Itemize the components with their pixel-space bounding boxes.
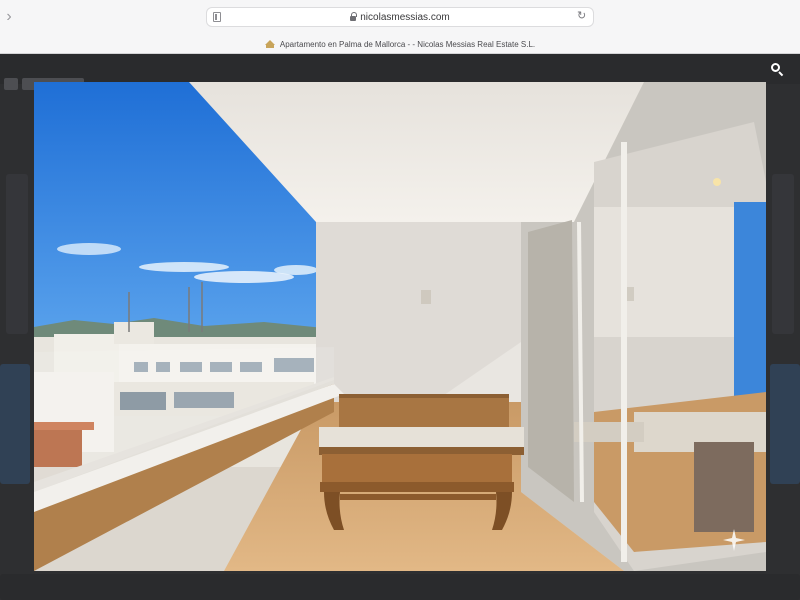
background-panel [6,174,28,334]
reload-icon[interactable]: ↻ [577,11,588,22]
lock-icon [350,11,358,22]
background-panel [0,574,800,600]
browser-toolbar: › nicolasmessias.com ↻ Apartamento en Pa… [0,0,800,54]
page-title: Apartamento en Palma de Mallorca - - Nic… [279,39,536,49]
balcony-photo [34,82,766,571]
background-panel [770,364,800,484]
sparkle-icon[interactable] [722,528,746,552]
search-icon[interactable] [764,58,790,80]
site-header [0,54,800,84]
address-bar[interactable]: nicolasmessias.com ↻ [206,7,594,27]
lightbox-photo[interactable] [34,82,766,571]
page-title-row: Apartamento en Palma de Mallorca - - Nic… [0,37,800,51]
background-panel [0,364,30,484]
house-favicon-icon [264,40,275,48]
url-text[interactable]: nicolasmessias.com [360,12,449,23]
back-icon[interactable]: › [2,8,16,26]
background-panel [772,174,794,334]
